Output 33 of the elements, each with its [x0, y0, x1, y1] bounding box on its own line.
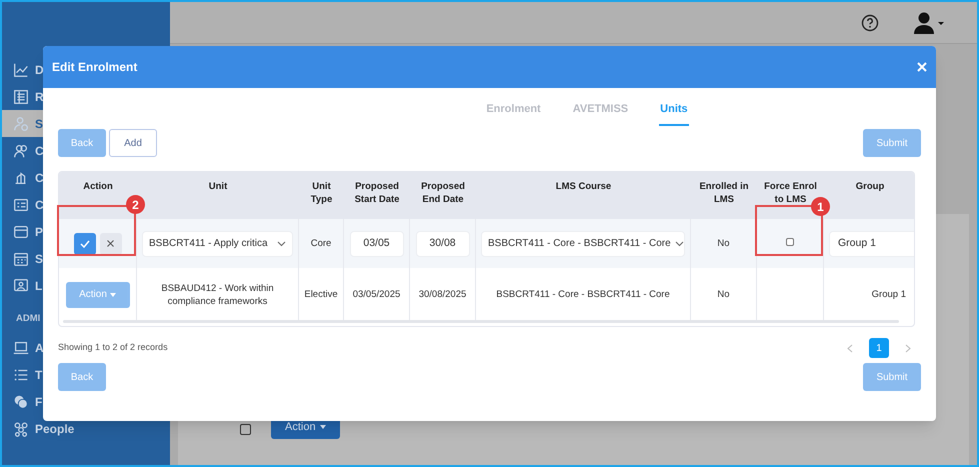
sidebar-label: A	[35, 340, 44, 356]
sidebar-label: D	[35, 62, 44, 78]
table-cell: Core	[310, 237, 332, 250]
table-cell: No	[717, 288, 730, 301]
column-header: Group	[856, 180, 884, 193]
column-header: Proposed End Date	[420, 180, 466, 206]
sidebar-label: F	[35, 394, 42, 410]
sidebar-label: L	[35, 278, 42, 294]
column-header: Unit Type	[310, 180, 334, 206]
table-cell: BSBCRT411 - Core - BSBCRT411 - Core	[496, 288, 670, 301]
sidebar-label: R	[35, 88, 44, 106]
table-cell: Elective	[304, 288, 338, 301]
column-header: Unit	[208, 180, 228, 193]
column-header: Action	[83, 180, 113, 193]
sidebar-label: C	[35, 142, 44, 160]
section-heading: ADMI	[15, 312, 42, 326]
table-cell-text: BSBAUD412 - Work within compliance frameworks	[160, 282, 275, 308]
sidebar-label: T	[35, 366, 42, 384]
sidebar-label: C	[35, 196, 44, 214]
sidebar-label: S	[35, 250, 44, 268]
table-cell-text: Group 1	[872, 288, 907, 301]
table-cell: 30/08/2025	[418, 288, 466, 301]
sidebar-label: People	[35, 420, 74, 438]
sidebar-label: C	[35, 170, 44, 186]
modal-title: Edit Enrolment	[52, 59, 138, 76]
table-cell: No	[717, 237, 730, 250]
column-header: Enrolled in LMS	[698, 180, 750, 206]
table-cell: 03/05/2025	[352, 288, 400, 301]
column-header: LMS Course	[556, 180, 612, 193]
sidebar-label: P	[35, 224, 44, 240]
record-summary: Showing 1 to 2 of 2 records	[58, 341, 168, 354]
sidebar-label: S	[35, 116, 44, 132]
column-header: Proposed Start Date	[354, 180, 400, 206]
